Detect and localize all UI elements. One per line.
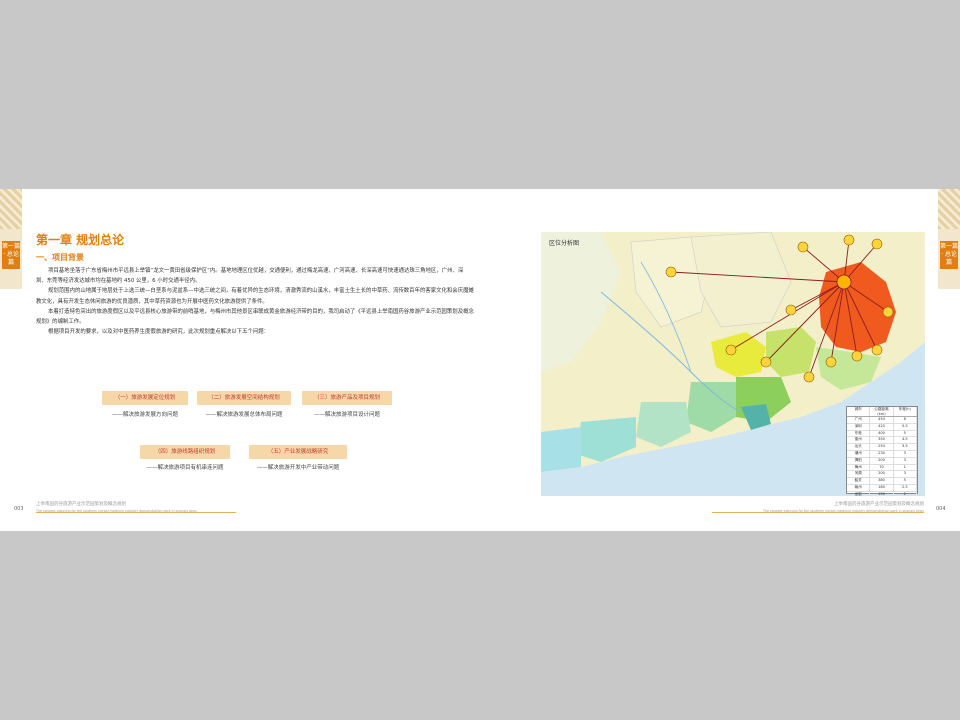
topic-2-answer: ——解决旅游发展总体布局问题 — [205, 412, 283, 418]
table-cell: 400 — [870, 430, 894, 437]
table-cell: 150 — [870, 491, 894, 496]
left-page-number: 003 — [14, 506, 24, 512]
paragraph: 规划范围内的山地属于地层处于上选三统—白垩系与泥盆系—中选三统之间，有着优异的生… — [36, 288, 474, 305]
table-cell: 70 — [870, 464, 894, 471]
right-side-tab: 第一篇 · 总论篇 — [938, 189, 960, 289]
table-cell: 河源 — [847, 471, 871, 478]
map-title: 区位分析图 — [549, 240, 580, 247]
section-title: 一、项目背景 — [36, 253, 84, 262]
topic-4-answer: ——解决旅游项目有机串连问题 — [146, 465, 224, 471]
distance-table-header: 城市 公路距离(km) 车程(h) — [847, 407, 917, 417]
table-row: 揭阳 200 3 — [847, 457, 917, 465]
table-cell: 广州 — [847, 417, 871, 423]
table-cell: 3 — [894, 450, 917, 457]
table-cell: 3.5 — [894, 444, 917, 450]
table-cell: 230 — [870, 450, 894, 457]
table-cell: 龙岩 — [847, 491, 871, 496]
table-cell: 4.5 — [894, 437, 917, 444]
table-cell: 东莞 — [847, 430, 871, 437]
table-cell: 5.5 — [894, 423, 917, 430]
table-header-cell: 城市 — [847, 407, 871, 416]
table-row: 汕头 250 3.5 — [847, 444, 917, 451]
topic-3-answer: ——解决旅游项目设计问题 — [313, 412, 380, 418]
table-cell: 2.5 — [894, 484, 917, 491]
table-cell: 420 — [870, 423, 894, 430]
topic-3-label: （三）旅游产品及项目规划 — [302, 391, 392, 405]
paragraph: 本着打造特色突出的旅游度假区以及平远县核心旅游带的前哨基地，与梅州市其他景区串联… — [36, 308, 474, 326]
table-cell: 赣州 — [847, 484, 871, 491]
table-cell: 200 — [870, 457, 894, 464]
location-map: 区位分析图 城市 公路距离(km) 车程(h) 广州 450 6 深圳 420 5.5 东莞… — [541, 232, 925, 496]
table-cell: 6 — [894, 417, 917, 423]
table-cell: 3 — [894, 471, 917, 478]
project-site-marker — [836, 274, 852, 290]
table-cell: 180 — [870, 484, 894, 491]
left-footer-subtitle: The concept planning for the southern he… — [36, 509, 197, 513]
table-cell: 5 — [894, 478, 917, 484]
table-cell: 惠州 — [847, 437, 871, 444]
right-footer: 上举南国药谷旅游产业示范园策划及概念规划 The concept plannin… — [712, 502, 924, 514]
distance-table-body: 广州 450 6 深圳 420 5.5 东莞 400 5 惠州 350 4.5 汕头 250 3.5 潮州 23… — [847, 417, 917, 496]
right-footer-subtitle: The concept planning for the southern he… — [763, 509, 924, 513]
book-spread: 第一篇 · 总论篇 第一章 规划总论 一、项目背景 项目基地坐落于广东省梅州市平… — [0, 189, 960, 531]
table-cell: 250 — [870, 444, 894, 450]
topic-5-label: （五）产业发展战略研究 — [249, 445, 347, 459]
topic-4-label: （四）旅游线路组织规划 — [140, 445, 230, 459]
table-cell: 200 — [870, 471, 894, 478]
table-cell: 2 — [894, 491, 917, 496]
table-cell: 深圳 — [847, 423, 871, 430]
table-header-cell: 公路距离(km) — [870, 407, 894, 416]
table-cell: 韶关 — [847, 478, 871, 484]
right-side-tab-label: 第一篇 · 总论篇 — [940, 241, 958, 269]
table-cell: 380 — [870, 478, 894, 484]
distance-table: 城市 公路距离(km) 车程(h) 广州 450 6 深圳 420 5.5 东莞 400 5 惠州… — [846, 406, 918, 496]
left-footer: 上举南国药谷旅游产业示范园策划及概念规划 The concept plannin… — [36, 502, 336, 514]
left-side-tab: 第一篇 · 总论篇 — [0, 189, 22, 289]
table-row: 深圳 420 5.5 — [847, 423, 917, 431]
table-cell: 350 — [870, 437, 894, 444]
table-row: 赣州 180 2.5 — [847, 484, 917, 492]
right-page-number: 004 — [936, 506, 946, 512]
chapter-title: 第一章 规划总论 — [36, 233, 125, 247]
table-cell: 3 — [894, 457, 917, 464]
topic-1-label: （一）旅游发展定位规划 — [102, 391, 188, 405]
table-cell: 450 — [870, 417, 894, 423]
table-cell: 梅州 — [847, 464, 871, 471]
table-header-cell: 车程(h) — [894, 407, 917, 416]
region-light-green — [766, 327, 816, 377]
region-aqua — [541, 427, 581, 472]
side-tab-pattern — [938, 189, 960, 229]
table-row: 龙岩 150 2 — [847, 491, 917, 496]
table-cell: 揭阳 — [847, 457, 871, 464]
topic-5-answer: ——解决旅游开发中产业带动问题 — [256, 465, 340, 471]
paragraph: 项目基地坐落于广东省梅州市平远县上举镇“龙文一黄田省级保护区”内。基地地理区位优… — [36, 268, 464, 285]
table-row: 潮州 230 3 — [847, 450, 917, 458]
topic-1-answer: ——解决旅游发展方向问题 — [111, 412, 178, 418]
body-text: 项目基地坐落于广东省梅州市平远县上举镇“龙文一黄田省级保护区”内。基地地理区位优… — [36, 266, 474, 337]
table-row: 广州 450 6 — [847, 417, 917, 424]
topic-2-label: （二）旅游发展空间结构规划 — [197, 391, 291, 405]
table-cell: 5 — [894, 430, 917, 437]
left-side-tab-label: 第一篇 · 总论篇 — [2, 241, 20, 269]
table-cell: 汕头 — [847, 444, 871, 450]
paragraph: 根据项目开发的要求，以及对中医药养生度假旅游的研究，此次规划重点解决以下五个问题… — [48, 329, 270, 336]
table-cell: 潮州 — [847, 450, 871, 457]
side-tab-pattern — [0, 189, 22, 229]
table-row: 韶关 380 5 — [847, 478, 917, 485]
table-cell: 1 — [894, 464, 917, 471]
